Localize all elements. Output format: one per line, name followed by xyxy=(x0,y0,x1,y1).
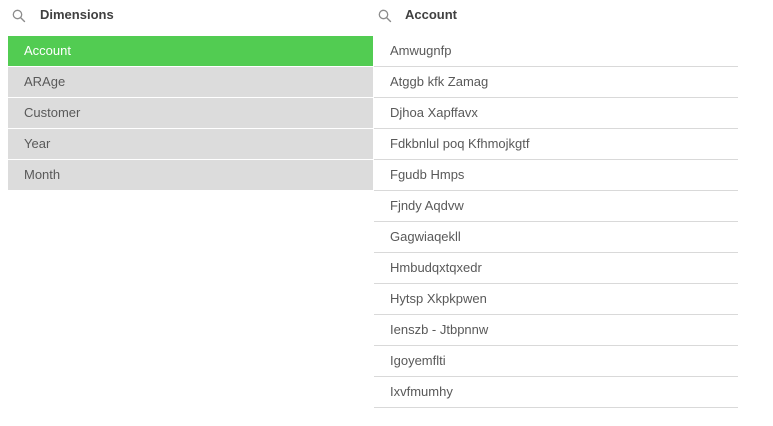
list-item[interactable]: Ienszb - Jtbpnnw xyxy=(374,315,738,346)
list-item[interactable]: Fgudb Hmps xyxy=(374,160,738,191)
list-item[interactable]: Atggb kfk Zamag xyxy=(374,67,738,98)
list-item[interactable]: Fjndy Aqdvw xyxy=(374,191,738,222)
dimensions-panel: Dimensions Account ARAge Customer Year M… xyxy=(8,0,373,191)
search-icon[interactable] xyxy=(378,9,392,23)
dimension-item-month[interactable]: Month xyxy=(8,160,373,191)
account-panel: Account Amwugnfp Atggb kfk Zamag Djhoa X… xyxy=(374,0,738,408)
dimension-item-customer[interactable]: Customer xyxy=(8,98,373,129)
dimension-item-account[interactable]: Account xyxy=(8,36,373,67)
dimension-item-year[interactable]: Year xyxy=(8,129,373,160)
dimensions-panel-header: Dimensions xyxy=(8,0,373,32)
search-icon[interactable] xyxy=(12,9,26,23)
account-panel-header: Account xyxy=(374,0,738,32)
list-item[interactable]: Hmbudqxtqxedr xyxy=(374,253,738,284)
dimension-item-arage[interactable]: ARAge xyxy=(8,67,373,98)
list-item[interactable]: Igoyemflti xyxy=(374,346,738,377)
list-item[interactable]: Djhoa Xapffavx xyxy=(374,98,738,129)
dimensions-list: Account ARAge Customer Year Month xyxy=(8,36,373,191)
list-item[interactable]: Hytsp Xkpkpwen xyxy=(374,284,738,315)
dimensions-title: Dimensions xyxy=(40,7,114,22)
list-item[interactable]: Gagwiaqekll xyxy=(374,222,738,253)
account-list: Amwugnfp Atggb kfk Zamag Djhoa Xapffavx … xyxy=(374,36,738,408)
list-item[interactable]: Fdkbnlul poq Kfhmojkgtf xyxy=(374,129,738,160)
account-title: Account xyxy=(405,7,457,22)
list-item[interactable]: Amwugnfp xyxy=(374,36,738,67)
list-item[interactable]: Ixvfmumhy xyxy=(374,377,738,408)
